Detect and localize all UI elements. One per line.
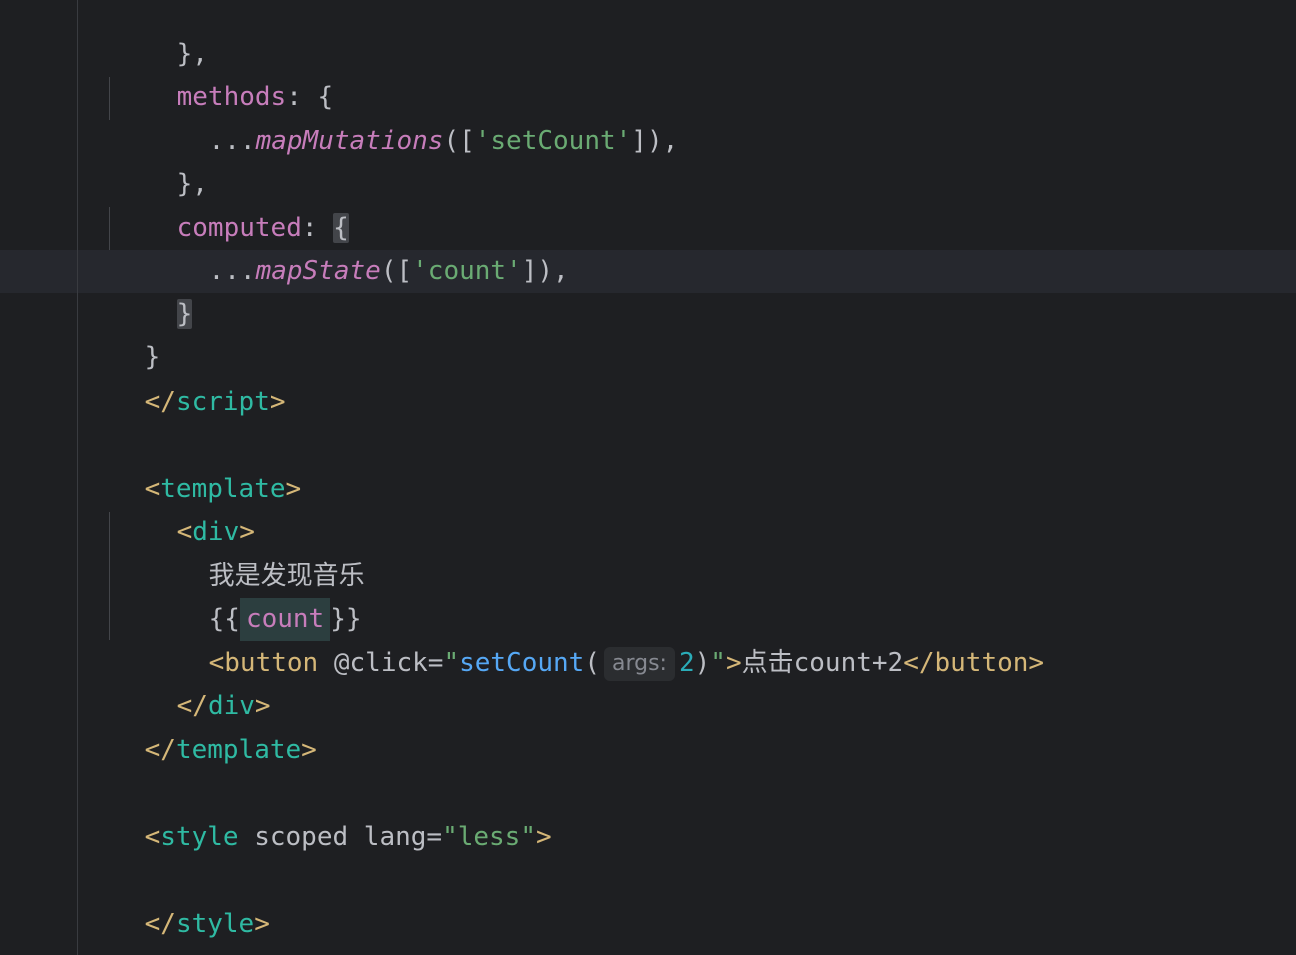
- code-token: >: [1028, 648, 1045, 678]
- code-token: 2: [678, 648, 695, 678]
- code-token: setCount: [459, 648, 585, 678]
- code-token: </: [144, 909, 176, 939]
- code-line: },: [114, 0, 208, 69]
- code-editor[interactable]: }, methods: { ...mapMutations(['setCount…: [0, 0, 1296, 955]
- code-token: >: [269, 387, 286, 417]
- gutter-divider: [77, 0, 78, 955]
- code-line: <template>: [82, 425, 302, 504]
- code-token: style: [175, 909, 255, 939]
- code-token: button: [934, 648, 1029, 678]
- code-line: <button @click="setCount(args: 2)">点击coun…: [146, 599, 1044, 681]
- code-line: </script>: [82, 338, 286, 417]
- code-line: {{count}}: [146, 555, 362, 641]
- code-token: ...: [208, 256, 256, 286]
- code-line: computed: {: [114, 164, 349, 243]
- code-line: methods: {: [114, 33, 334, 112]
- code-line: ...mapState(['count']),: [146, 207, 569, 286]
- code-token: ": [710, 648, 726, 678]
- code-token: >: [285, 474, 302, 504]
- code-token: script: [175, 387, 270, 417]
- code-line: </div>: [114, 642, 271, 721]
- code-token: count+2: [793, 648, 904, 678]
- code-token: >: [535, 822, 552, 852]
- code-line: },: [114, 120, 208, 199]
- indent-guide: [109, 207, 110, 250]
- code-token: >: [725, 648, 742, 678]
- code-token: mapMutations: [255, 126, 444, 156]
- code-token: (: [584, 648, 600, 678]
- matched-brace: }: [176, 299, 193, 329]
- code-token: 点击: [741, 648, 794, 678]
- code-token: @click: [318, 648, 428, 678]
- code-token: mapState: [255, 256, 381, 286]
- code-line: ...mapMutations(['setCount']),: [146, 77, 679, 156]
- code-token: ...: [208, 126, 256, 156]
- code-token: ([: [380, 256, 413, 286]
- code-token: <: [144, 822, 161, 852]
- code-token: </: [144, 735, 176, 765]
- code-token: ([: [443, 126, 475, 156]
- code-token: =: [427, 648, 444, 678]
- code-line: }: [82, 293, 161, 372]
- code-token: "less": [442, 822, 536, 852]
- code-line: }: [114, 250, 193, 329]
- code-token: scoped lang: [238, 822, 427, 852]
- code-token: style: [160, 822, 239, 852]
- code-token: 'count': [412, 256, 522, 286]
- code-token: >: [301, 735, 317, 765]
- code-token: </: [144, 387, 176, 417]
- code-token: >: [254, 909, 270, 939]
- code-token: ": [443, 648, 460, 678]
- code-token: ]),: [631, 126, 679, 156]
- code-line: </template>: [82, 686, 317, 765]
- indent-guide: [109, 77, 110, 120]
- code-token: ): [694, 648, 711, 678]
- code-line: <style scoped lang="less">: [82, 773, 552, 852]
- code-line: 我是发现音乐: [146, 512, 365, 591]
- code-token: =: [426, 822, 443, 852]
- code-line: </style>: [82, 860, 270, 939]
- code-token: ]),: [521, 256, 569, 286]
- parameter-hint: args:: [603, 647, 675, 681]
- code-token: </: [903, 648, 935, 678]
- code-token: 'setCount': [474, 126, 632, 156]
- code-line: <div>: [114, 468, 255, 547]
- code-token: template: [175, 735, 302, 765]
